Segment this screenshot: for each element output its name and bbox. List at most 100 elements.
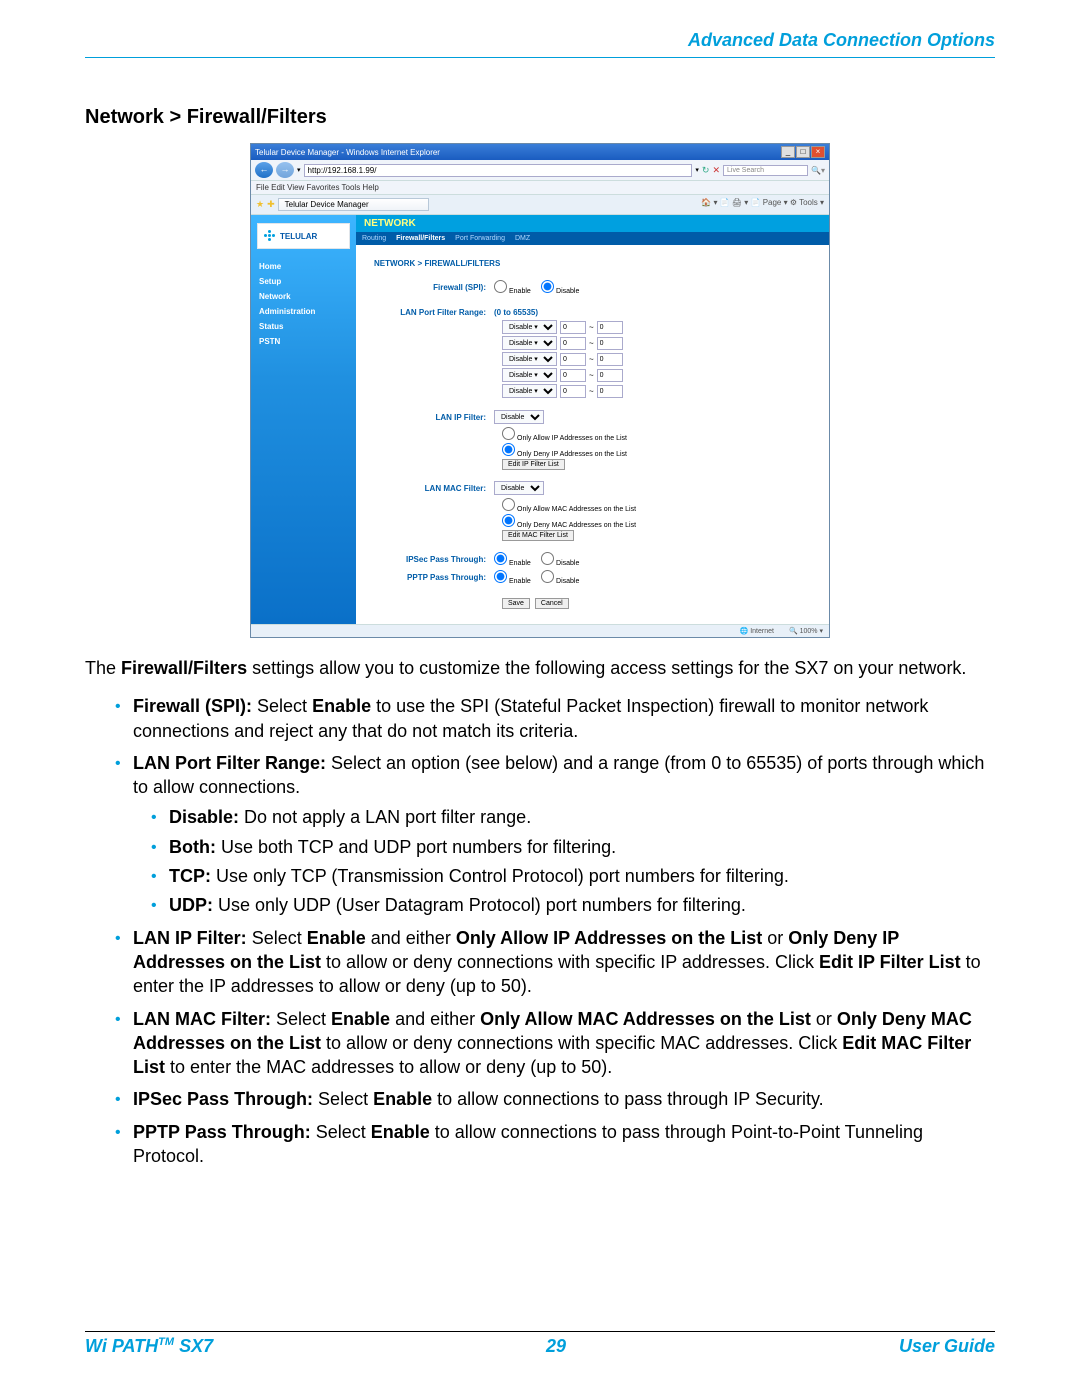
disable-label: Disable (556, 560, 579, 567)
port-from-input[interactable] (560, 337, 586, 350)
save-button[interactable]: Save (502, 598, 530, 609)
zoom-label: 🔍 100% ▾ (789, 627, 823, 635)
page-footer: Wi PATHTM SX7 29 User Guide (85, 1331, 995, 1357)
sidebar-item-home[interactable]: Home (257, 259, 350, 274)
bullet-item: LAN Port Filter Range: Select an option … (115, 751, 995, 918)
tab-label: Telular Device Manager (285, 200, 369, 209)
port-mode-select[interactable]: Disable ▾ (502, 368, 557, 382)
port-dash: ~ (589, 355, 594, 364)
port-from-input[interactable] (560, 353, 586, 366)
enable-label: Enable (509, 578, 531, 585)
ie-toolbar[interactable]: 🏠 ▾ 📄 🖨 ▾ 📄 Page ▾ ⚙ Tools ▾ (701, 198, 824, 211)
sidebar-item-pstn[interactable]: PSTN (257, 334, 350, 349)
port-mode-select[interactable]: Disable ▾ (502, 336, 557, 350)
sidebar-item-network[interactable]: Network (257, 289, 350, 304)
firewall-label: Firewall (SPI): (374, 283, 494, 292)
mac-deny-radio[interactable] (502, 514, 515, 527)
screenshot-figure: Telular Device Manager - Windows Interne… (85, 143, 995, 638)
mac-allow-label: Only Allow MAC Addresses on the List (517, 506, 636, 513)
ip-filter-label: LAN IP Filter: (374, 413, 494, 422)
subtab-portforwarding[interactable]: Port Forwarding (455, 235, 505, 242)
port-dash: ~ (589, 339, 594, 348)
pptp-disable-radio[interactable] (541, 570, 554, 583)
subtab-bar[interactable]: Routing Firewall/Filters Port Forwarding DM… (356, 232, 829, 245)
bullet-item: LAN MAC Filter: Select Enable and either… (115, 1007, 995, 1080)
logo-text: TELULAR (280, 232, 317, 241)
section-banner: NETWORK (356, 215, 829, 232)
disable-label: Disable (556, 288, 579, 295)
forward-button[interactable]: → (276, 162, 294, 178)
ip-deny-radio[interactable] (502, 443, 515, 456)
port-to-input[interactable] (597, 353, 623, 366)
port-mode-select[interactable]: Disable ▾ (502, 352, 557, 366)
address-bar[interactable]: http://192.168.1.99/ (304, 164, 693, 177)
page-header: Advanced Data Connection Options (85, 30, 995, 51)
bullet-item: IPSec Pass Through: Select Enable to all… (115, 1087, 995, 1111)
back-button[interactable]: ← (255, 162, 273, 178)
sub-bullet: Both: Use both TCP and UDP port numbers … (151, 835, 995, 859)
bullet-item: Firewall (SPI): Select Enable to use the… (115, 694, 995, 743)
subtab-firewallfilters[interactable]: Firewall/Filters (396, 235, 445, 242)
menu-bar[interactable]: File Edit View Favorites Tools Help (251, 181, 829, 195)
page-number: 29 (546, 1336, 566, 1357)
ip-filter-select[interactable]: Disable (494, 410, 544, 424)
port-dash: ~ (589, 371, 594, 380)
footer-product: Wi PATHTM SX7 (85, 1336, 213, 1357)
ipsec-disable-radio[interactable] (541, 552, 554, 565)
sidebar-item-administration[interactable]: Administration (257, 304, 350, 319)
favorites-icon[interactable]: ★ (256, 199, 264, 210)
edit-mac-list-button[interactable]: Edit MAC Filter List (502, 530, 574, 541)
add-favorite-icon[interactable]: ✚ (267, 199, 275, 210)
telular-logo: TELULAR (257, 223, 350, 249)
mac-allow-radio[interactable] (502, 498, 515, 511)
browser-tab[interactable]: Telular Device Manager (278, 198, 429, 211)
port-to-input[interactable] (597, 385, 623, 398)
content-breadcrumb: NETWORK > FIREWALL/FILTERS (374, 259, 811, 268)
port-dash: ~ (589, 323, 594, 332)
port-dash: ~ (589, 387, 594, 396)
enable-label: Enable (509, 288, 531, 295)
header-rule (85, 57, 995, 58)
window-title: Telular Device Manager - Windows Interne… (255, 148, 440, 157)
subtab-routing[interactable]: Routing (362, 235, 386, 242)
ip-allow-label: Only Allow IP Addresses on the List (517, 435, 627, 442)
subtab-dmz[interactable]: DMZ (515, 235, 530, 242)
edit-ip-list-button[interactable]: Edit IP Filter List (502, 459, 565, 470)
disable-label: Disable (556, 578, 579, 585)
sub-bullet: Disable: Do not apply a LAN port filter … (151, 805, 995, 829)
ip-deny-label: Only Deny IP Addresses on the List (517, 451, 627, 458)
port-mode-select[interactable]: Disable ▾ (502, 384, 557, 398)
port-to-input[interactable] (597, 369, 623, 382)
port-range-hint: (0 to 65535) (494, 308, 811, 317)
firewall-enable-radio[interactable] (494, 280, 507, 293)
port-from-input[interactable] (560, 369, 586, 382)
footer-guide: User Guide (899, 1336, 995, 1357)
status-bar: 🌐 Internet 🔍 100% ▾ (251, 624, 829, 637)
sub-bullet: UDP: Use only UDP (User Datagram Protoco… (151, 893, 995, 917)
sidebar-item-status[interactable]: Status (257, 319, 350, 334)
intro-paragraph: The Firewall/Filters settings allow you … (85, 656, 995, 680)
bullet-list: Firewall (SPI): Select Enable to use the… (115, 694, 995, 1168)
port-to-input[interactable] (597, 337, 623, 350)
search-box[interactable]: Live Search (723, 165, 808, 176)
mac-deny-label: Only Deny MAC Addresses on the List (517, 522, 636, 529)
bullet-item: LAN IP Filter: Select Enable and either … (115, 926, 995, 999)
port-from-input[interactable] (560, 321, 586, 334)
port-from-input[interactable] (560, 385, 586, 398)
sidebar-item-setup[interactable]: Setup (257, 274, 350, 289)
window-controls[interactable]: _□× (780, 146, 825, 158)
ipsec-enable-radio[interactable] (494, 552, 507, 565)
mac-filter-label: LAN MAC Filter: (374, 484, 494, 493)
ipsec-label: IPSec Pass Through: (374, 555, 494, 564)
port-range-label: LAN Port Filter Range: (374, 308, 494, 317)
pptp-enable-radio[interactable] (494, 570, 507, 583)
pptp-label: PPTP Pass Through: (374, 573, 494, 582)
firewall-disable-radio[interactable] (541, 280, 554, 293)
sidebar-nav: HomeSetupNetworkAdministrationStatusPSTN (257, 259, 350, 349)
port-to-input[interactable] (597, 321, 623, 334)
ip-allow-radio[interactable] (502, 427, 515, 440)
port-mode-select[interactable]: Disable ▾ (502, 320, 557, 334)
mac-filter-select[interactable]: Disable (494, 481, 544, 495)
section-heading: Network > Firewall/Filters (85, 106, 995, 129)
cancel-button[interactable]: Cancel (535, 598, 569, 609)
